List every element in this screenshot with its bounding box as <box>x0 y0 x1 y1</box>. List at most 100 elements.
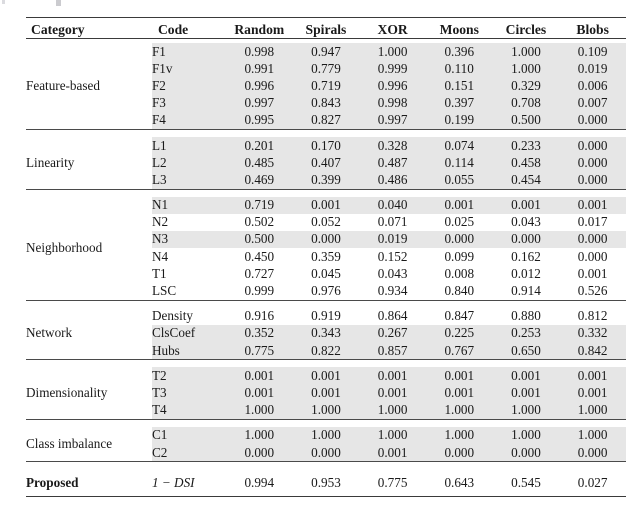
metric-value: 0.500 <box>492 111 560 130</box>
header-row: Category Code Random Spirals XOR Moons C… <box>26 22 626 39</box>
metric-value: 0.006 <box>559 77 626 95</box>
metric-value: 0.001 <box>359 443 426 462</box>
metric-code: C2 <box>151 443 226 462</box>
metric-value: 0.919 <box>311 308 341 324</box>
metric-value: 0.045 <box>311 265 341 281</box>
metric-value: 0.397 <box>425 94 493 112</box>
metric-value: 0.399 <box>292 171 360 189</box>
metric-value: 0.827 <box>292 111 360 130</box>
proposed-metric-value: 0.994 <box>244 474 275 490</box>
category-label: Feature-based <box>26 77 100 93</box>
metric-value: 0.152 <box>377 248 408 264</box>
metric-value: 0.485 <box>225 154 293 172</box>
metric-value: 0.328 <box>359 136 426 155</box>
metric-value: 0.343 <box>292 324 360 342</box>
metric-value: 0.812 <box>577 308 608 324</box>
metric-value: 0.001 <box>559 196 626 214</box>
metric-value: 0.998 <box>225 43 293 61</box>
metric-value: 1.000 <box>559 426 626 444</box>
column-header-spirals: Spirals <box>305 22 347 37</box>
metric-value: 0.934 <box>377 283 408 299</box>
metric-value: 0.151 <box>425 77 493 95</box>
metric-code: F2 <box>151 77 226 95</box>
rule-bottom <box>26 496 626 502</box>
metric-code: F1v <box>151 60 226 78</box>
metric-value: 0.500 <box>225 230 293 249</box>
metric-value: 0.019 <box>559 60 626 78</box>
metric-value: 0.001 <box>425 196 493 214</box>
metric-value: 0.469 <box>225 171 293 189</box>
proposed-category-label: Proposed <box>26 474 79 490</box>
metric-value: 0.775 <box>225 342 293 360</box>
metric-value: 1.000 <box>425 401 493 420</box>
metric-value: 0.332 <box>559 324 626 342</box>
metric-value: 0.779 <box>292 60 360 78</box>
metric-value: 0.017 <box>577 214 608 230</box>
metric-value: 0.526 <box>577 283 608 299</box>
metric-code: L1 <box>151 136 226 155</box>
metric-code: T3 <box>151 384 226 402</box>
metric-value: 0.019 <box>359 230 426 249</box>
metric-code: F3 <box>151 94 226 112</box>
metric-value: 0.001 <box>492 196 560 214</box>
metric-value: 0.000 <box>292 443 360 462</box>
metric-code: F1 <box>151 43 226 61</box>
rule-group-separator <box>26 359 626 368</box>
metric-value: 0.043 <box>511 214 541 230</box>
metric-value: 0.001 <box>292 384 360 402</box>
rule-proposed-separator <box>26 461 626 470</box>
metric-value: 0.001 <box>425 367 493 385</box>
metric-value: 0.708 <box>492 94 560 112</box>
proposed-metric-value: 0.643 <box>444 474 475 490</box>
metric-value: 0.000 <box>425 443 493 462</box>
metric-value: 1.000 <box>225 401 293 420</box>
metric-code: N1 <box>151 196 226 214</box>
metric-value: 0.001 <box>425 384 493 402</box>
metric-value: 0.109 <box>559 43 626 61</box>
metric-value: 1.000 <box>425 426 493 444</box>
proposed-metric-value: 0.027 <box>577 474 608 490</box>
metric-value: 0.001 <box>292 367 360 385</box>
metric-value: 1.000 <box>559 401 626 420</box>
metric-value: 0.487 <box>359 154 426 172</box>
metric-value: 1.000 <box>492 401 560 420</box>
metric-value: 0.000 <box>577 248 608 264</box>
metric-value: 1.000 <box>225 426 293 444</box>
metric-value: 0.001 <box>559 367 626 385</box>
metric-value: 0.998 <box>359 94 426 112</box>
metric-value: 0.012 <box>511 265 541 281</box>
metric-value: 0.040 <box>359 196 426 214</box>
column-header-category: Category <box>31 22 85 37</box>
metric-value: 0.719 <box>292 77 360 95</box>
rule-group-separator <box>26 128 626 137</box>
metric-value: 0.001 <box>577 265 608 281</box>
rule-group-separator <box>26 188 626 197</box>
metric-value: 0.253 <box>492 324 560 342</box>
column-header-code: Code <box>157 22 189 37</box>
proposed-metric-value: 0.545 <box>511 474 541 490</box>
metric-value: 0.199 <box>425 111 493 130</box>
metric-value: 0.001 <box>492 384 560 402</box>
metric-value: 0.001 <box>359 384 426 402</box>
metric-value: 0.650 <box>492 342 560 360</box>
metric-value: 0.110 <box>425 60 493 78</box>
category-label: Dimensionality <box>26 384 108 400</box>
column-header-circles: Circles <box>505 22 547 37</box>
metric-value: 0.996 <box>225 77 293 95</box>
metric-value: 0.071 <box>377 214 408 230</box>
metric-value: 0.352 <box>225 324 293 342</box>
category-label: Linearity <box>26 154 75 170</box>
metric-value: 0.099 <box>444 248 475 264</box>
metric-code: L3 <box>151 171 226 189</box>
metric-value: 0.001 <box>492 367 560 385</box>
metrics-table: Category Code Random Spirals XOR Moons C… <box>26 17 626 502</box>
metric-value: 0.000 <box>559 230 626 249</box>
metric-code: F4 <box>151 111 226 130</box>
proposed-metric-code: 1 − DSI <box>151 474 195 490</box>
metric-value: 1.000 <box>359 401 426 420</box>
clipped-text-artifact-left <box>2 0 5 4</box>
metric-value: 0.999 <box>244 283 275 299</box>
metric-code: T2 <box>151 367 226 385</box>
metric-value: 0.001 <box>359 367 426 385</box>
metric-value: 1.000 <box>359 43 426 61</box>
